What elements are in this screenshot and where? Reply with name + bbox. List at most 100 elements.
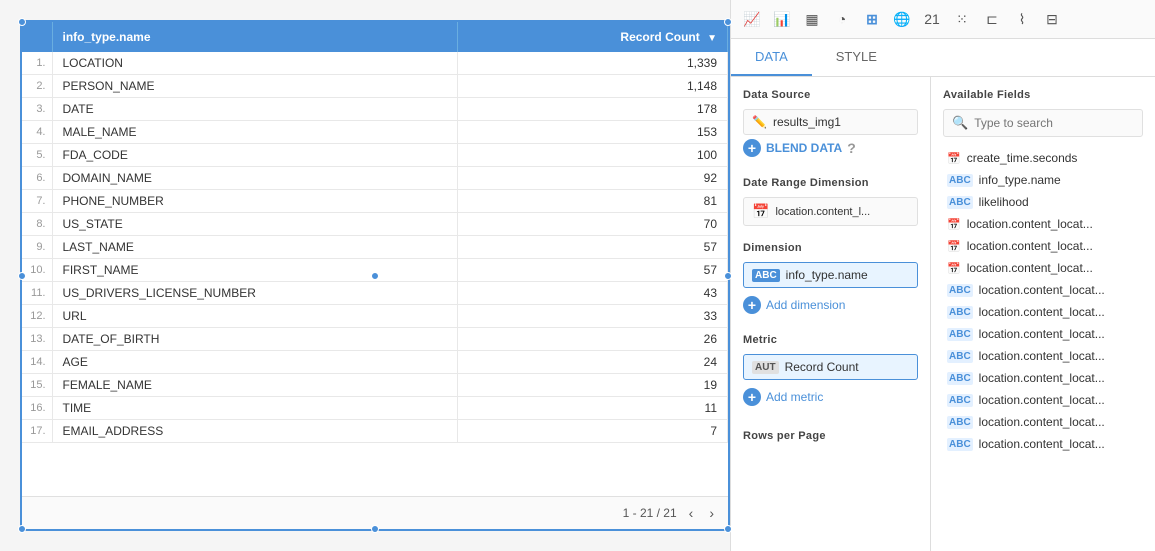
field-item[interactable]: ABClocation.content_locat... [943, 411, 1143, 433]
metric-label: Metric [743, 334, 918, 346]
row-name: EMAIL_ADDRESS [52, 420, 457, 443]
search-input[interactable] [974, 116, 1134, 130]
row-name: DOMAIN_NAME [52, 167, 457, 190]
abc-field-icon: ABC [947, 196, 973, 209]
add-metric-plus-icon: + [743, 388, 761, 406]
row-number: 13. [22, 328, 52, 351]
col-count-header[interactable]: Record Count ▼ [457, 22, 727, 52]
calendar-field-icon: 📅 [947, 152, 961, 165]
date-range-box[interactable]: 📅 location.content_l... [743, 197, 918, 226]
row-name: LAST_NAME [52, 236, 457, 259]
field-item[interactable]: ABClocation.content_locat... [943, 433, 1143, 455]
table-panel: info_type.name Record Count ▼ 1. LOCATIO… [20, 20, 730, 531]
add-metric-button[interactable]: + Add metric [743, 384, 823, 410]
add-dimension-button[interactable]: + Add dimension [743, 292, 845, 318]
row-name: PERSON_NAME [52, 75, 457, 98]
help-icon[interactable]: ? [847, 140, 856, 156]
field-item[interactable]: ABClikelihood [943, 191, 1143, 213]
pencil-icon: ✏️ [752, 115, 767, 129]
field-name: location.content_locat... [979, 283, 1105, 297]
col-name-header[interactable]: info_type.name [52, 22, 457, 52]
resize-handle-center[interactable] [371, 272, 379, 280]
table-row: 1. LOCATION 1,339 [22, 52, 728, 75]
metric-chip[interactable]: AUT Record Count [743, 354, 918, 380]
globe-icon[interactable]: 🌐 [889, 6, 915, 32]
row-number: 10. [22, 259, 52, 282]
scatter-icon[interactable]: ⁙ [949, 6, 975, 32]
field-item[interactable]: ABClocation.content_locat... [943, 301, 1143, 323]
resize-handle-bm[interactable] [371, 525, 379, 533]
row-count: 33 [457, 305, 727, 328]
field-item[interactable]: 📅location.content_locat... [943, 213, 1143, 235]
table-row: 14. AGE 24 [22, 351, 728, 374]
add-dimension-label: Add dimension [766, 298, 845, 312]
field-item[interactable]: ABCinfo_type.name [943, 169, 1143, 191]
col-count-label: Record Count [620, 30, 699, 44]
row-number: 3. [22, 98, 52, 121]
tab-style[interactable]: STYLE [812, 39, 901, 76]
field-item[interactable]: ABClocation.content_locat... [943, 345, 1143, 367]
row-count: 57 [457, 259, 727, 282]
field-name: create_time.seconds [967, 151, 1078, 165]
rows-per-page-section: Rows per Page [743, 430, 918, 450]
field-item[interactable]: ABClocation.content_locat... [943, 279, 1143, 301]
data-source-label: Data Source [743, 89, 918, 101]
table-row: 7. PHONE_NUMBER 81 [22, 190, 728, 213]
row-count: 19 [457, 374, 727, 397]
field-name: location.content_locat... [979, 327, 1105, 341]
field-item[interactable]: ABC location.content_locat... [943, 323, 1143, 345]
tab-data[interactable]: DATA [731, 39, 812, 76]
row-count: 24 [457, 351, 727, 374]
calendar-field-icon: 📅 [947, 218, 961, 231]
add-dim-plus-icon: + [743, 296, 761, 314]
calendar-icon: 📅 [752, 203, 769, 220]
row-num-header [22, 22, 52, 52]
field-name: location.content_locat... [979, 393, 1105, 407]
line-chart-icon[interactable]: 📈 [739, 6, 765, 32]
field-item[interactable]: 📅location.content_locat... [943, 257, 1143, 279]
field-item[interactable]: ABClocation.content_locat... [943, 389, 1143, 411]
resize-handle-mr[interactable] [724, 272, 732, 280]
next-page-button[interactable]: › [705, 503, 718, 523]
prev-page-button[interactable]: ‹ [685, 503, 698, 523]
table-row: 4. MALE_NAME 153 [22, 121, 728, 144]
blend-data-button[interactable]: + BLEND DATA ? [743, 135, 856, 161]
table-wrapper: info_type.name Record Count ▼ 1. LOCATIO… [22, 22, 728, 496]
data-source-name: results_img1 [773, 115, 909, 129]
row-number: 12. [22, 305, 52, 328]
resize-handle-tl[interactable] [18, 18, 26, 26]
date-range-label: Date Range Dimension [743, 177, 918, 189]
row-number: 9. [22, 236, 52, 259]
resize-handle-br[interactable] [724, 525, 732, 533]
field-item[interactable]: ABClocation.content_locat... [943, 367, 1143, 389]
resize-handle-tr[interactable] [724, 18, 732, 26]
row-name: DATE_OF_BIRTH [52, 328, 457, 351]
abc-field-icon: ABC [947, 416, 973, 429]
pivot-icon[interactable]: ⊟ [1039, 6, 1065, 32]
row-name: FDA_CODE [52, 144, 457, 167]
row-name: US_STATE [52, 213, 457, 236]
aut-badge: AUT [752, 361, 779, 374]
table-icon[interactable]: ⊞ [859, 6, 885, 32]
data-source-row[interactable]: ✏️ results_img1 [743, 109, 918, 135]
field-item[interactable]: 📅location.content_locat... [943, 235, 1143, 257]
field-item[interactable]: 📅 create_time.seconds [943, 147, 1143, 169]
number-icon[interactable]: 21 [919, 6, 945, 32]
rows-per-page-label: Rows per Page [743, 430, 918, 442]
tree-icon[interactable]: ⊏ [979, 6, 1005, 32]
dimension-chip[interactable]: ABC info_type.name [743, 262, 918, 288]
row-number: 2. [22, 75, 52, 98]
row-count: 57 [457, 236, 727, 259]
resize-handle-ml[interactable] [18, 272, 26, 280]
row-count: 70 [457, 213, 727, 236]
stacked-bar-icon[interactable]: ▦ [799, 6, 825, 32]
row-name: LOCATION [52, 52, 457, 75]
pie-chart-icon[interactable]: ◔ [829, 6, 855, 32]
row-number: 5. [22, 144, 52, 167]
abc-field-icon: ABC [947, 328, 973, 341]
row-name: MALE_NAME [52, 121, 457, 144]
bar-chart-icon[interactable]: 📊 [769, 6, 795, 32]
resize-handle-bl[interactable] [18, 525, 26, 533]
row-name: AGE [52, 351, 457, 374]
area-chart-icon[interactable]: ⌇ [1009, 6, 1035, 32]
